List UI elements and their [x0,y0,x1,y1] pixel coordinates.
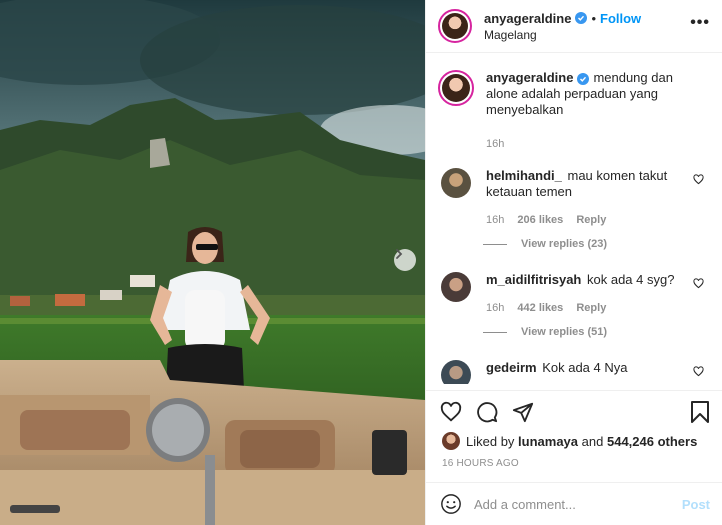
post-comment-button[interactable]: Post [682,497,710,512]
comment-time[interactable]: 16h [486,214,504,226]
post-image [0,0,425,525]
next-photo-button[interactable] [394,249,416,271]
caption-avatar[interactable] [438,70,474,106]
liked-by-user[interactable]: lunamaya [518,434,578,449]
post-header: anyageraldine • Follow Magelang ••• [426,0,722,53]
heart-icon [440,401,462,421]
commenter-username[interactable]: helmihandi_ [486,168,562,183]
comment-like-heart-icon[interactable] [693,174,704,185]
commenter-avatar[interactable] [441,360,471,384]
comment-button[interactable] [476,401,498,423]
post-photo[interactable] [0,0,425,525]
view-replies-button[interactable]: View replies (51) [483,326,710,338]
comment-like-heart-icon[interactable] [693,366,704,377]
verified-badge-icon [575,12,588,24]
view-replies-label: View replies (23) [521,238,608,250]
comment-item: m_aidilfitrisyah kok ada 4 syg? 16h 442 … [438,272,710,314]
post-timestamp[interactable]: 16 HOURS AGO [442,458,519,469]
liked-by-others[interactable]: 544,246 others [607,434,697,449]
liked-by-and: and [581,433,604,449]
comment-like-heart-icon[interactable] [693,278,704,289]
post-caption: anyageraldine mendung dan alone adalah pe… [438,70,710,150]
emoji-icon [441,494,461,514]
comment-item: gedeirm Kok ada 4 Nya [438,360,710,384]
liker-avatar[interactable] [442,432,460,450]
comment-item: helmihandi_ mau komen takut ketauan teme… [438,168,710,226]
comment-likes[interactable]: 206 likes [517,214,563,226]
post-actions-bar [426,390,722,432]
more-options-button[interactable]: ••• [690,14,710,32]
caption-username[interactable]: anyageraldine [486,70,573,85]
commenter-avatar[interactable] [441,272,471,302]
add-comment-bar: Post [426,482,722,525]
comment-likes[interactable]: 442 likes [517,302,563,314]
follow-button[interactable]: Follow [600,11,641,26]
caption-time[interactable]: 16h [486,138,504,150]
comment-icon [477,401,498,422]
comment-text: Kok ada 4 Nya [542,360,628,375]
comments-list[interactable]: anyageraldine mendung dan alone adalah pe… [426,54,722,384]
like-button[interactable] [440,401,462,423]
reply-button[interactable]: Reply [576,214,606,226]
reply-button[interactable]: Reply [576,302,606,314]
commenter-username[interactable]: gedeirm [486,360,537,375]
view-replies-button[interactable]: View replies (23) [483,238,710,250]
save-button[interactable] [690,401,710,428]
view-replies-label: View replies (51) [521,326,608,338]
commenter-username[interactable]: m_aidilfitrisyah [486,272,581,287]
comment-time[interactable]: 16h [486,302,504,314]
post-location[interactable]: Magelang [484,28,641,42]
separator-dot: • [591,10,596,26]
author-username[interactable]: anyageraldine [484,11,571,26]
comment-text: kok ada 4 syg? [587,272,675,287]
verified-badge-icon [577,73,590,85]
commenter-avatar[interactable] [441,168,471,198]
comment-input[interactable] [474,496,664,512]
likes-summary: Liked by lunamaya and 544,246 others [442,432,697,450]
bookmark-icon [691,401,709,423]
author-avatar[interactable] [438,9,472,43]
emoji-button[interactable] [440,493,462,515]
send-icon [512,402,534,422]
liked-by-prefix: Liked by [466,433,515,449]
chevron-right-icon [396,249,403,259]
share-button[interactable] [512,401,534,423]
post-details-panel: anyageraldine • Follow Magelang ••• anya… [425,0,722,525]
